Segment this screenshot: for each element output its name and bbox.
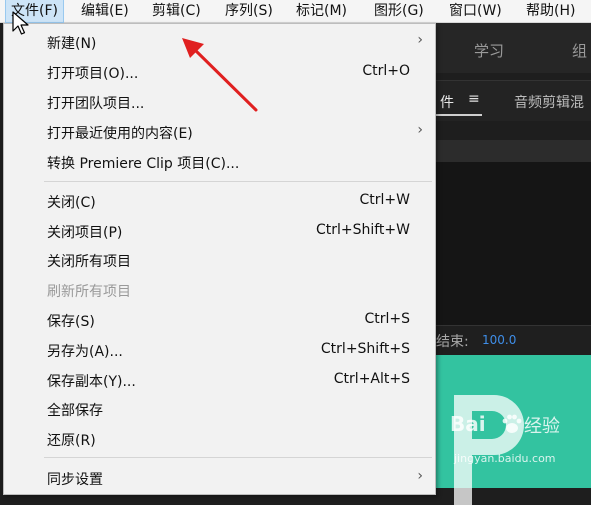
menubar: 文件(F) 编辑(E) 剪辑(C) 序列(S) 标记(M) 图形(G) 窗口(W…: [0, 0, 591, 23]
menu-item-convert-premiere-clip[interactable]: 转换 Premiere Clip 项目(C)...: [4, 148, 435, 176]
menu-separator: [44, 457, 432, 458]
workspace-tabs: 学习 组: [434, 23, 591, 73]
panel-menu-icon[interactable]: ≡: [468, 91, 480, 107]
submenu-arrow-icon: ›: [417, 32, 423, 48]
panel-tab-file[interactable]: 件: [440, 92, 454, 112]
active-tab-underline: [434, 114, 482, 116]
shortcut-label: Ctrl+S: [364, 311, 410, 327]
shortcut-label: Ctrl+O: [362, 63, 410, 79]
submenu-arrow-icon: ›: [417, 122, 423, 138]
workspace-tab-learn[interactable]: 学习: [474, 40, 504, 61]
paw-icon: [502, 414, 522, 433]
mouse-pointer-icon: [12, 11, 29, 35]
menu-sequence[interactable]: 序列(S): [220, 0, 278, 22]
baidu-watermark: Bai 经验 jingyan.baidu.com: [450, 408, 590, 478]
menu-item-close-project[interactable]: 关闭项目(P) Ctrl+Shift+W: [4, 217, 435, 245]
annotation-arrow-icon: [182, 38, 258, 112]
submenu-arrow-icon: ›: [417, 468, 423, 484]
menu-item-save-as[interactable]: 另存为(A)... Ctrl+Shift+S: [4, 336, 435, 364]
menu-edit[interactable]: 编辑(E): [76, 0, 134, 22]
end-time-row: 结束: 100.0: [434, 325, 591, 356]
shortcut-label: Ctrl+W: [359, 192, 410, 208]
menu-item-save-copy[interactable]: 保存副本(Y)... Ctrl+Alt+S: [4, 366, 435, 394]
menu-item-save[interactable]: 保存(S) Ctrl+S: [4, 306, 435, 334]
panel-toolbar: [434, 140, 591, 162]
preview-area: [434, 162, 591, 325]
menu-item-open-recent[interactable]: 打开最近使用的内容(E) ›: [4, 118, 435, 146]
shortcut-label: Ctrl+Alt+S: [333, 371, 410, 387]
menu-graphics[interactable]: 图形(G): [369, 0, 429, 22]
end-value[interactable]: 100.0: [482, 333, 516, 347]
menu-item-refresh-all-projects: 刷新所有项目: [47, 284, 131, 300]
menu-markers[interactable]: 标记(M): [291, 0, 352, 22]
workspace-tab-assembly[interactable]: 组: [572, 40, 587, 61]
menu-separator: [44, 181, 432, 182]
watermark-url: jingyan.baidu.com: [454, 452, 556, 465]
panel-tab-audio-clip-mixer[interactable]: 音频剪辑混: [514, 92, 584, 112]
menu-window[interactable]: 窗口(W): [444, 0, 507, 22]
end-label: 结束:: [436, 334, 469, 350]
menu-item-revert[interactable]: 还原(R): [4, 425, 435, 453]
panel-header: 件 ≡ 音频剪辑混: [434, 80, 591, 121]
menu-help[interactable]: 帮助(H): [521, 0, 580, 22]
shortcut-label: Ctrl+Shift+W: [315, 222, 410, 238]
shortcut-label: Ctrl+Shift+S: [320, 341, 410, 357]
menu-item-save-all[interactable]: 全部保存: [4, 395, 435, 423]
menu-item-close-all-projects[interactable]: 关闭所有项目: [4, 246, 435, 274]
menu-item-close[interactable]: 关闭(C) Ctrl+W: [4, 187, 435, 215]
watermark-brand: Bai: [450, 412, 486, 436]
watermark-brand-cn: 经验: [524, 416, 560, 437]
menu-clip[interactable]: 剪辑(C): [147, 0, 206, 22]
